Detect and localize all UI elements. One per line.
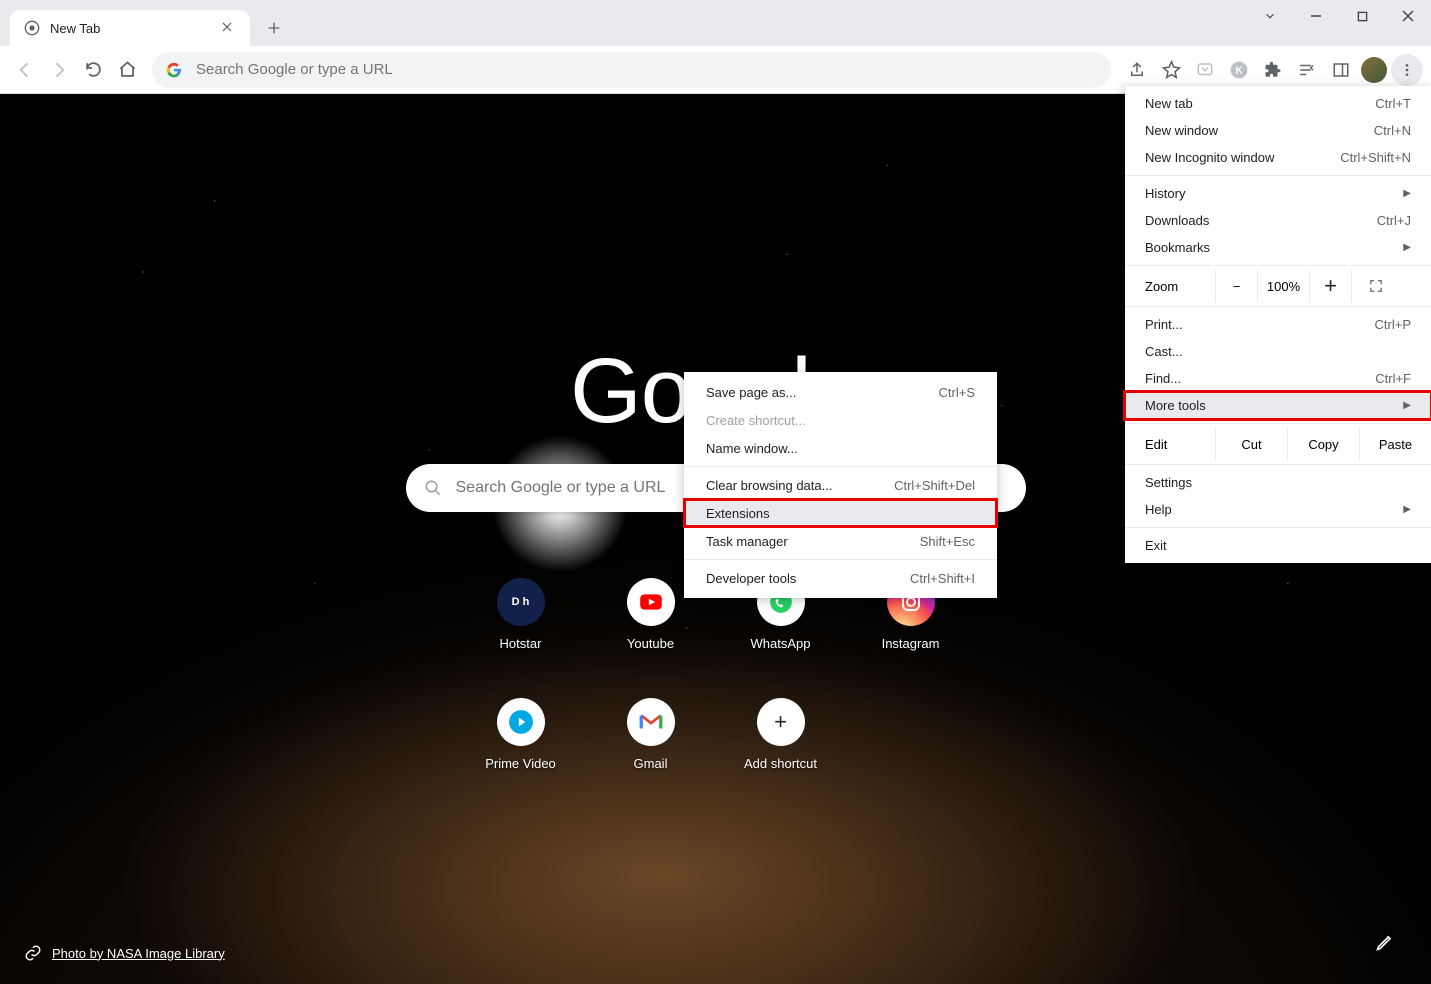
more-tools-submenu: Save page as...Ctrl+S Create shortcut...… xyxy=(684,372,997,598)
browser-tab[interactable]: New Tab xyxy=(10,10,250,46)
zoom-value: 100% xyxy=(1257,270,1309,302)
window-dropdown-icon[interactable] xyxy=(1247,0,1293,32)
submenu-create-shortcut: Create shortcut... xyxy=(684,406,997,434)
zoom-out-button[interactable]: − xyxy=(1215,270,1257,302)
menu-history[interactable]: History▶ xyxy=(1125,180,1431,207)
google-icon xyxy=(166,62,182,78)
extensions-puzzle-icon[interactable] xyxy=(1257,54,1289,86)
submenu-name-window[interactable]: Name window... xyxy=(684,434,997,462)
reading-list-icon[interactable] xyxy=(1291,54,1323,86)
menu-downloads[interactable]: DownloadsCtrl+J xyxy=(1125,207,1431,234)
shortcut-gmail[interactable]: Gmail xyxy=(586,674,716,794)
share-icon[interactable] xyxy=(1121,54,1153,86)
menu-exit[interactable]: Exit xyxy=(1125,532,1431,559)
shortcut-prime-video[interactable]: Prime Video xyxy=(456,674,586,794)
chrome-menu-button[interactable] xyxy=(1391,54,1423,86)
menu-edit-row: Edit Cut Copy Paste xyxy=(1125,428,1431,460)
menu-settings[interactable]: Settings xyxy=(1125,469,1431,496)
address-bar[interactable] xyxy=(152,52,1111,88)
new-tab-button[interactable] xyxy=(260,14,288,42)
customize-button[interactable] xyxy=(1365,922,1405,962)
menu-help[interactable]: Help▶ xyxy=(1125,496,1431,523)
fullscreen-button[interactable] xyxy=(1351,270,1399,302)
submenu-save-page[interactable]: Save page as...Ctrl+S xyxy=(684,378,997,406)
menu-new-window[interactable]: New windowCtrl+N xyxy=(1125,117,1431,144)
tab-title: New Tab xyxy=(50,21,220,36)
window-maximize-icon[interactable] xyxy=(1339,0,1385,32)
link-icon xyxy=(24,944,42,962)
close-tab-icon[interactable] xyxy=(220,20,236,36)
shortcut-hotstar[interactable]: D hHotstar xyxy=(456,554,586,674)
chevron-right-icon: ▶ xyxy=(1403,400,1411,411)
menu-cut[interactable]: Cut xyxy=(1215,428,1287,460)
menu-new-tab[interactable]: New tabCtrl+T xyxy=(1125,90,1431,117)
shortcut-add[interactable]: +Add shortcut xyxy=(716,674,846,794)
menu-paste[interactable]: Paste xyxy=(1359,428,1431,460)
profile-avatar[interactable] xyxy=(1361,57,1387,83)
submenu-clear-data[interactable]: Clear browsing data...Ctrl+Shift+Del xyxy=(684,471,997,499)
search-icon xyxy=(424,479,442,497)
reload-button[interactable] xyxy=(76,53,110,87)
menu-print[interactable]: Print...Ctrl+P xyxy=(1125,311,1431,338)
submenu-dev-tools[interactable]: Developer toolsCtrl+Shift+I xyxy=(684,564,997,592)
svg-text:K: K xyxy=(1235,65,1243,76)
menu-more-tools[interactable]: More tools▶ xyxy=(1125,392,1431,419)
attribution-link[interactable]: Photo by NASA Image Library xyxy=(52,946,225,961)
submenu-task-manager[interactable]: Task managerShift+Esc xyxy=(684,527,997,555)
menu-new-incognito[interactable]: New Incognito windowCtrl+Shift+N xyxy=(1125,144,1431,171)
window-controls xyxy=(1247,0,1431,32)
menu-find[interactable]: Find...Ctrl+F xyxy=(1125,365,1431,392)
menu-bookmarks[interactable]: Bookmarks▶ xyxy=(1125,234,1431,261)
submenu-extensions[interactable]: Extensions xyxy=(684,499,997,527)
window-minimize-icon[interactable] xyxy=(1293,0,1339,32)
forward-button[interactable] xyxy=(42,53,76,87)
chrome-menu: New tabCtrl+T New windowCtrl+N New Incog… xyxy=(1125,86,1431,563)
chevron-right-icon: ▶ xyxy=(1403,504,1411,515)
window-close-icon[interactable] xyxy=(1385,0,1431,32)
omnibox-input[interactable] xyxy=(196,61,1097,78)
bookmark-star-icon[interactable] xyxy=(1155,54,1187,86)
tab-favicon xyxy=(24,20,40,36)
extension-pocket-icon[interactable] xyxy=(1189,54,1221,86)
chevron-right-icon: ▶ xyxy=(1403,188,1411,199)
home-button[interactable] xyxy=(110,53,144,87)
zoom-in-button[interactable]: + xyxy=(1309,270,1351,302)
side-panel-icon[interactable] xyxy=(1325,54,1357,86)
background-attribution: Photo by NASA Image Library xyxy=(24,944,225,962)
menu-cast[interactable]: Cast... xyxy=(1125,338,1431,365)
tab-strip: New Tab xyxy=(0,0,1431,46)
back-button[interactable] xyxy=(8,53,42,87)
extension-k-icon[interactable]: K xyxy=(1223,54,1255,86)
menu-copy[interactable]: Copy xyxy=(1287,428,1359,460)
chevron-right-icon: ▶ xyxy=(1403,242,1411,253)
menu-zoom: Zoom − 100% + xyxy=(1125,270,1431,302)
